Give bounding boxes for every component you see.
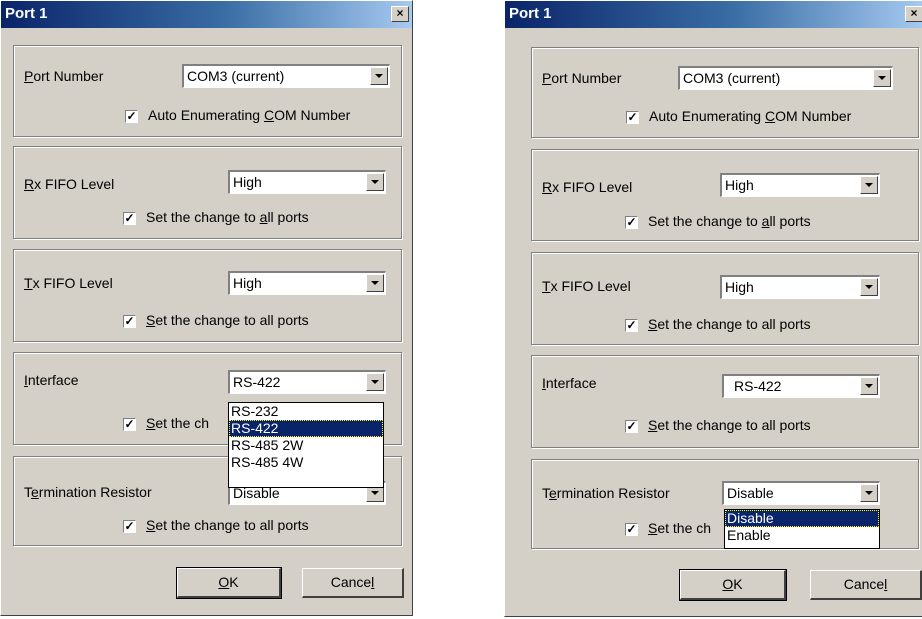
rx-apply-all-label: Set the change to all ports — [146, 209, 309, 225]
rx-apply-all-checkbox[interactable]: ✓ — [123, 212, 136, 225]
interface-select[interactable]: RS-422 — [722, 374, 880, 398]
auto-enum-checkbox[interactable]: ✓ — [125, 110, 138, 123]
tx-fifo-label: Tx FIFO Level — [24, 275, 113, 291]
termination-select[interactable]: Disable — [722, 481, 880, 505]
port-number-group: Port Number COM3 (current) ✓ Auto Enumer… — [531, 47, 919, 138]
chevron-down-icon[interactable] — [366, 373, 384, 391]
interface-apply-all-label: Set the ch — [146, 415, 210, 431]
termination-label: Termination Resistor — [24, 484, 152, 500]
rx-fifo-label: Rx FIFO Level — [542, 179, 633, 195]
close-icon: × — [910, 6, 918, 20]
chevron-down-icon[interactable] — [370, 67, 388, 85]
close-button[interactable]: × — [905, 6, 922, 22]
interface-label: Interface — [24, 372, 79, 388]
auto-enum-checkbox[interactable]: ✓ — [626, 111, 639, 124]
rx-fifo-select[interactable]: High — [228, 170, 386, 194]
interface-option-rs422[interactable]: RS-422 — [229, 420, 383, 437]
port-number-label: Port Number — [542, 70, 622, 86]
port-number-label: Port Number — [24, 68, 104, 84]
port-number-select[interactable]: COM3 (current) — [678, 66, 893, 90]
interface-label: Interface — [542, 375, 597, 391]
interface-apply-all-checkbox[interactable]: ✓ — [625, 420, 638, 433]
tx-fifo-group: Tx FIFO Level High ✓ Set the change to a… — [531, 252, 919, 345]
port-number-select[interactable]: COM3 (current) — [182, 64, 390, 88]
tx-apply-all-checkbox[interactable]: ✓ — [123, 315, 136, 328]
interface-apply-all-checkbox[interactable]: ✓ — [123, 418, 136, 431]
rx-fifo-group: Rx FIFO Level High ✓ Set the change to a… — [531, 149, 919, 241]
title-bar[interactable]: Port 1 × — [505, 1, 922, 28]
tx-fifo-select[interactable]: High — [720, 275, 880, 299]
ok-button[interactable]: OK — [679, 569, 787, 601]
termination-apply-all-checkbox[interactable]: ✓ — [625, 523, 638, 536]
tx-fifo-select[interactable]: High — [228, 271, 386, 295]
chevron-down-icon[interactable] — [860, 484, 878, 502]
chevron-down-icon[interactable] — [366, 173, 384, 191]
rx-apply-all-checkbox[interactable]: ✓ — [625, 216, 638, 229]
tx-apply-all-label: Set the change to all ports — [648, 316, 811, 332]
interface-apply-all-label: Set the change to all ports — [648, 417, 811, 433]
termination-apply-all-label: Set the ch — [648, 520, 712, 536]
chevron-down-icon[interactable] — [366, 274, 384, 292]
chevron-down-icon[interactable] — [873, 69, 891, 87]
port-number-group: Port Number COM3 (current) ✓ Auto Enumer… — [13, 45, 402, 137]
tx-fifo-group: Tx FIFO Level High ✓ Set the change to a… — [13, 249, 402, 342]
dialog-title: Port 1 — [509, 5, 552, 22]
interface-select[interactable]: RS-422 — [228, 370, 386, 394]
interface-option-rs232[interactable]: RS-232 — [229, 403, 383, 420]
rx-apply-all-label: Set the change to all ports — [648, 213, 811, 229]
dialog-title: Port 1 — [5, 5, 48, 22]
rx-fifo-group: Rx FIFO Level High ✓ Set the change to a… — [13, 146, 402, 239]
close-button[interactable]: × — [391, 6, 409, 22]
termination-options-list[interactable]: Disable Enable — [724, 509, 880, 549]
cancel-button[interactable]: Cancel — [302, 568, 404, 598]
termination-apply-all-checkbox[interactable]: ✓ — [123, 520, 136, 533]
rx-fifo-select[interactable]: High — [720, 173, 880, 197]
chevron-down-icon[interactable] — [860, 278, 878, 296]
chevron-down-icon[interactable] — [860, 176, 878, 194]
interface-options-list[interactable]: RS-232 RS-422 RS-485 2W RS-485 4W — [228, 402, 384, 488]
tx-apply-all-label: Set the change to all ports — [146, 312, 309, 328]
interface-option-rs485-4w[interactable]: RS-485 4W — [229, 454, 383, 471]
tx-apply-all-checkbox[interactable]: ✓ — [625, 319, 638, 332]
auto-enum-label: Auto Enumerating COM Number — [649, 108, 852, 124]
interface-group: Interface RS-422 ✓ Set the change to all… — [531, 355, 919, 448]
port-dialog-right: Port 1 × Port Number COM3 (current) ✓ Au… — [504, 0, 922, 617]
port-dialog-left: Port 1 × Port Number COM3 (current) ✓ Au… — [0, 0, 413, 616]
title-bar[interactable]: Port 1 × — [1, 1, 412, 28]
rx-fifo-label: Rx FIFO Level — [24, 176, 115, 192]
chevron-down-icon[interactable] — [860, 377, 878, 395]
termination-option-enable[interactable]: Enable — [725, 527, 879, 544]
cancel-button[interactable]: Cancel — [810, 570, 922, 600]
tx-fifo-label: Tx FIFO Level — [542, 278, 631, 294]
termination-label: Termination Resistor — [542, 485, 670, 501]
auto-enum-label: Auto Enumerating COM Number — [148, 107, 351, 123]
ok-button[interactable]: OK — [176, 567, 282, 599]
interface-option-rs485-2w[interactable]: RS-485 2W — [229, 437, 383, 454]
termination-option-disable[interactable]: Disable — [725, 510, 879, 527]
termination-apply-all-label: Set the change to all ports — [146, 517, 309, 533]
close-icon: × — [396, 6, 404, 20]
